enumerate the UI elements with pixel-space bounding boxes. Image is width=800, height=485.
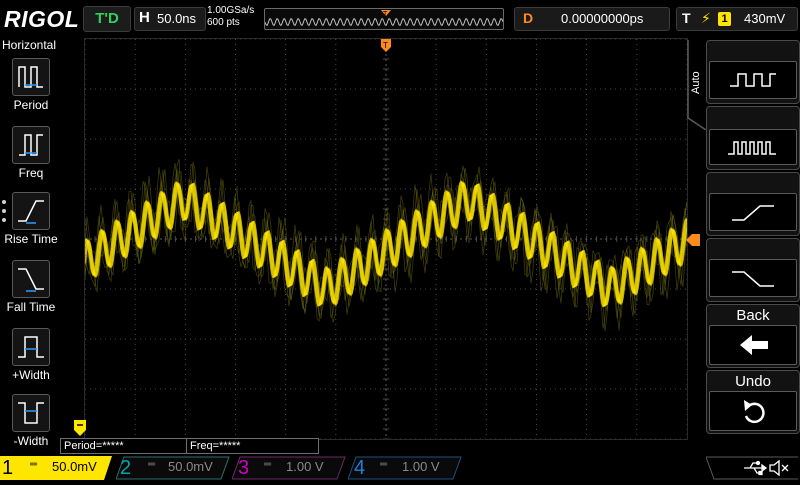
horizontal-tag: H (139, 9, 150, 26)
rigol-logo: RIGOL (4, 6, 80, 32)
measure-fall-time-button[interactable]: Fall Time (0, 260, 62, 326)
rising-edge-icon (709, 193, 797, 231)
waveform-graticule: T (85, 39, 687, 439)
channel-2-number: 2 (120, 457, 132, 479)
trigger-level: 430mV (744, 11, 786, 26)
measure-rise-time-button[interactable]: Rise Time (0, 192, 62, 258)
period-label: Period (13, 98, 49, 112)
fall-time-icon (12, 260, 50, 298)
trigger-time-marker-label: T (383, 41, 388, 50)
horizontal-measure-menu: Horizontal Period Freq Rise Time Fall Ti… (0, 36, 62, 456)
timebase-value: 50.0ns (157, 11, 197, 26)
svg-text:T: T (383, 11, 388, 18)
system-status-area (705, 456, 798, 480)
channel-4-status[interactable]: 4 ═ 1.00 V (348, 456, 462, 480)
right-menu-button-2[interactable] (706, 106, 800, 170)
memory-depth: 600 pts (207, 17, 240, 28)
rising-edge-trigger-icon: ⚡ (701, 10, 711, 26)
channel-4-scale: 1.00 V (402, 459, 440, 474)
undo-label: Undo (735, 373, 771, 390)
measure-negative-width-button[interactable]: -Width (0, 394, 62, 460)
undo-icon (709, 391, 797, 431)
memory-position-bar[interactable]: T (264, 8, 504, 30)
trigger-level-marker-icon[interactable] (686, 234, 700, 246)
channel-2-dc-coupling-icon: ═ (148, 459, 156, 470)
negative-width-label: -Width (13, 434, 49, 448)
right-menu-button-4[interactable] (706, 238, 800, 302)
channel-3-scale: 1.00 V (286, 459, 324, 474)
back-arrow-icon (709, 325, 797, 365)
right-menu-button-3[interactable] (706, 172, 800, 236)
channel-4-number: 4 (354, 457, 366, 479)
freq-label: Freq (18, 166, 44, 180)
frequency-icon (12, 126, 50, 164)
channel-3-status[interactable]: 3 ═ 1.00 V (232, 456, 346, 480)
delay-value: 0.00000000ps (561, 11, 644, 26)
menu-title: Horizontal (2, 38, 57, 52)
rise-time-icon (12, 192, 50, 230)
trigger-settings[interactable]: T ⚡ 1 430mV (676, 7, 798, 31)
delay-offset[interactable]: D 0.00000000ps (514, 7, 670, 31)
channel-2-scale: 50.0mV (168, 459, 213, 474)
rise-time-label: Rise Time (4, 232, 58, 246)
pulse-train-icon (709, 61, 797, 99)
measure-period-button[interactable]: Period (0, 58, 62, 124)
channel-status-bar: 1 ═ 50.0mV 2 ═ 50.0mV 3 ═ 1.00 V 4 ═ 1.0… (0, 456, 800, 480)
trigger-tag: T (682, 10, 691, 26)
negative-width-icon (12, 394, 50, 432)
channel-3-dc-coupling-icon: ═ (264, 459, 272, 470)
falling-edge-icon (709, 259, 797, 297)
back-label: Back (736, 307, 770, 324)
measure-positive-width-button[interactable]: +Width (0, 328, 62, 394)
channel-3-number: 3 (238, 457, 250, 479)
channel-1-number: 1 (2, 457, 14, 479)
memory-waveform-preview: T (265, 10, 503, 27)
burst-train-icon (709, 129, 797, 165)
waveform-display[interactable]: T (84, 38, 688, 440)
usb-icon (744, 460, 768, 476)
top-status-bar: RIGOL T'D H 50.0ns 1.00GSa/s 600 pts T D… (0, 0, 800, 36)
period-icon (12, 58, 50, 96)
horizontal-timebase[interactable]: H 50.0ns (134, 7, 206, 31)
channel-1-waveform (85, 181, 687, 307)
right-menu-button-1[interactable] (706, 40, 800, 104)
fall-time-label: Fall Time (6, 300, 56, 314)
channel-4-dc-coupling-icon: ═ (380, 459, 388, 470)
positive-width-icon (12, 328, 50, 366)
measure-freq-button[interactable]: Freq (0, 126, 62, 192)
sound-muted-icon (769, 459, 789, 477)
back-button[interactable]: Back (706, 304, 800, 368)
measurement-period[interactable]: Period=***** (60, 438, 189, 454)
auto-mode-bracket (687, 40, 707, 130)
run-status-badge[interactable]: T'D (83, 6, 131, 32)
channel-1-dc-coupling-icon: ═ (30, 459, 38, 470)
undo-button[interactable]: Undo (706, 370, 800, 434)
acquisition-info: 1.00GSa/s 600 pts (207, 5, 263, 31)
channel-1-status[interactable]: 1 ═ 50.0mV (0, 456, 112, 480)
channel-2-status[interactable]: 2 ═ 50.0mV (116, 456, 230, 480)
measurement-freq[interactable]: Freq=***** (186, 438, 319, 454)
positive-width-label: +Width (12, 368, 50, 382)
channel-1-scale: 50.0mV (52, 459, 97, 474)
channel-1-ground-marker-icon[interactable] (74, 420, 88, 438)
sample-rate: 1.00GSa/s (207, 5, 255, 16)
delay-tag: D (523, 10, 534, 26)
trigger-source: 1 (718, 12, 731, 26)
